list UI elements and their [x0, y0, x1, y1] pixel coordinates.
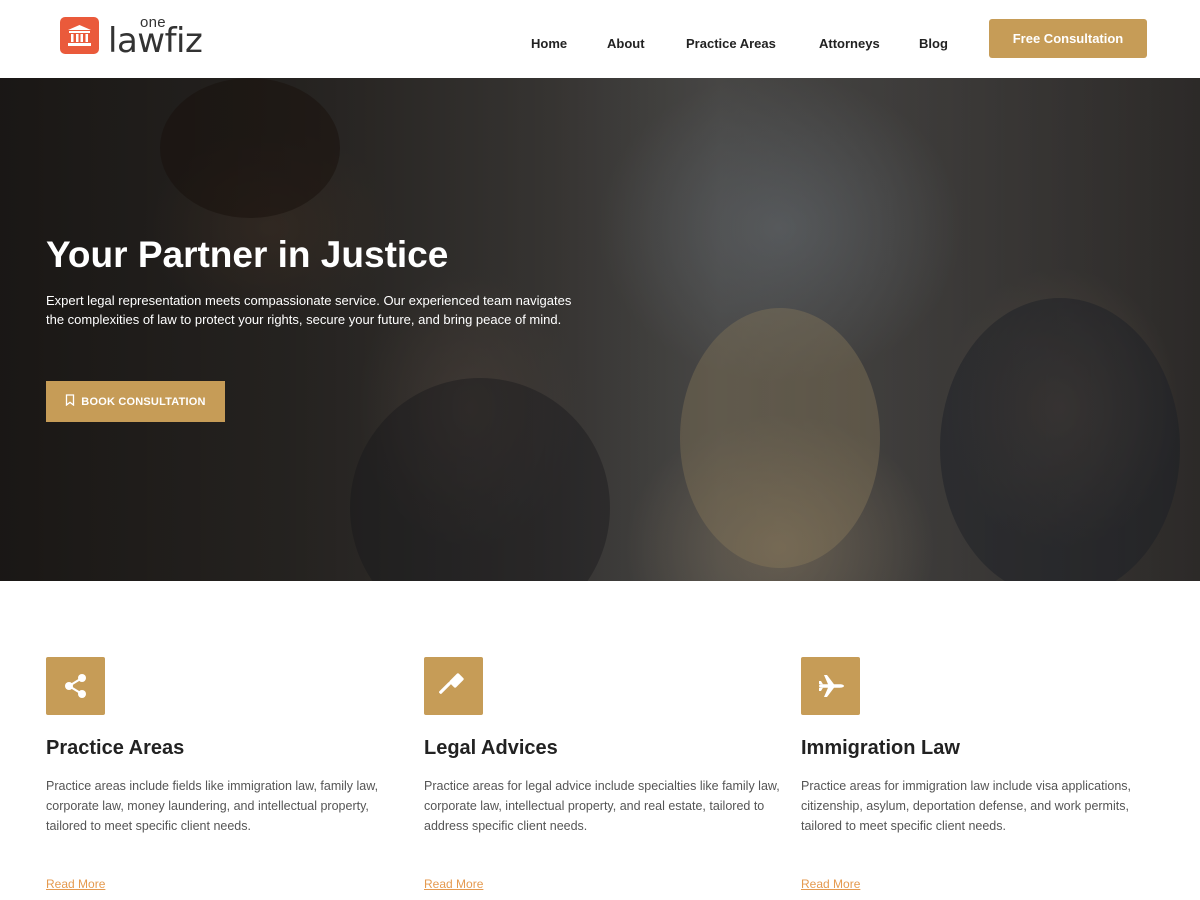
nav-item-home[interactable]: Home [531, 36, 567, 51]
bookmark-icon [65, 394, 75, 409]
feature-card-practice-areas: Practice Areas Practice areas include fi… [46, 657, 406, 891]
hero-description: Expert legal representation meets compas… [46, 293, 572, 327]
card-title: Legal Advices [424, 737, 558, 759]
share-icon [46, 657, 105, 715]
book-consultation-button[interactable]: BOOK CONSULTATION [46, 381, 225, 422]
courthouse-icon [60, 17, 99, 54]
feature-card-legal-advices: Legal Advices Practice areas for legal a… [424, 657, 784, 891]
card-description: Practice areas for immigration law inclu… [801, 779, 1132, 833]
feature-card-immigration-law: Immigration Law Practice areas for immig… [801, 657, 1161, 891]
nav-item-attorneys[interactable]: Attorneys [819, 36, 880, 51]
hero-title: Your Partner in Justice [46, 234, 449, 275]
nav-item-about[interactable]: About [607, 36, 645, 51]
nav-item-blog[interactable]: Blog [919, 36, 948, 51]
gavel-icon [424, 657, 483, 715]
read-more-link[interactable]: Read More [424, 877, 483, 891]
card-title: Practice Areas [46, 737, 185, 759]
hero-banner: Your Partner in Justice Expert legal rep… [0, 78, 1200, 581]
read-more-link[interactable]: Read More [801, 877, 860, 891]
nav-item-practice-areas[interactable]: Practice Areas [686, 36, 776, 51]
airplane-icon [801, 657, 860, 715]
logo-main-text: lawfiz [108, 21, 203, 61]
card-description: Practice areas for legal advice include … [424, 779, 780, 833]
hero-overlay [0, 78, 1200, 581]
read-more-link[interactable]: Read More [46, 877, 105, 891]
book-consultation-label: BOOK CONSULTATION [81, 395, 206, 408]
card-description: Practice areas include fields like immig… [46, 779, 379, 833]
site-header: one lawfiz Home About Practice Areas Att… [0, 0, 1200, 78]
site-logo[interactable]: one lawfiz [60, 14, 220, 61]
card-title: Immigration Law [801, 737, 960, 759]
free-consultation-button[interactable]: Free Consultation [989, 19, 1147, 58]
